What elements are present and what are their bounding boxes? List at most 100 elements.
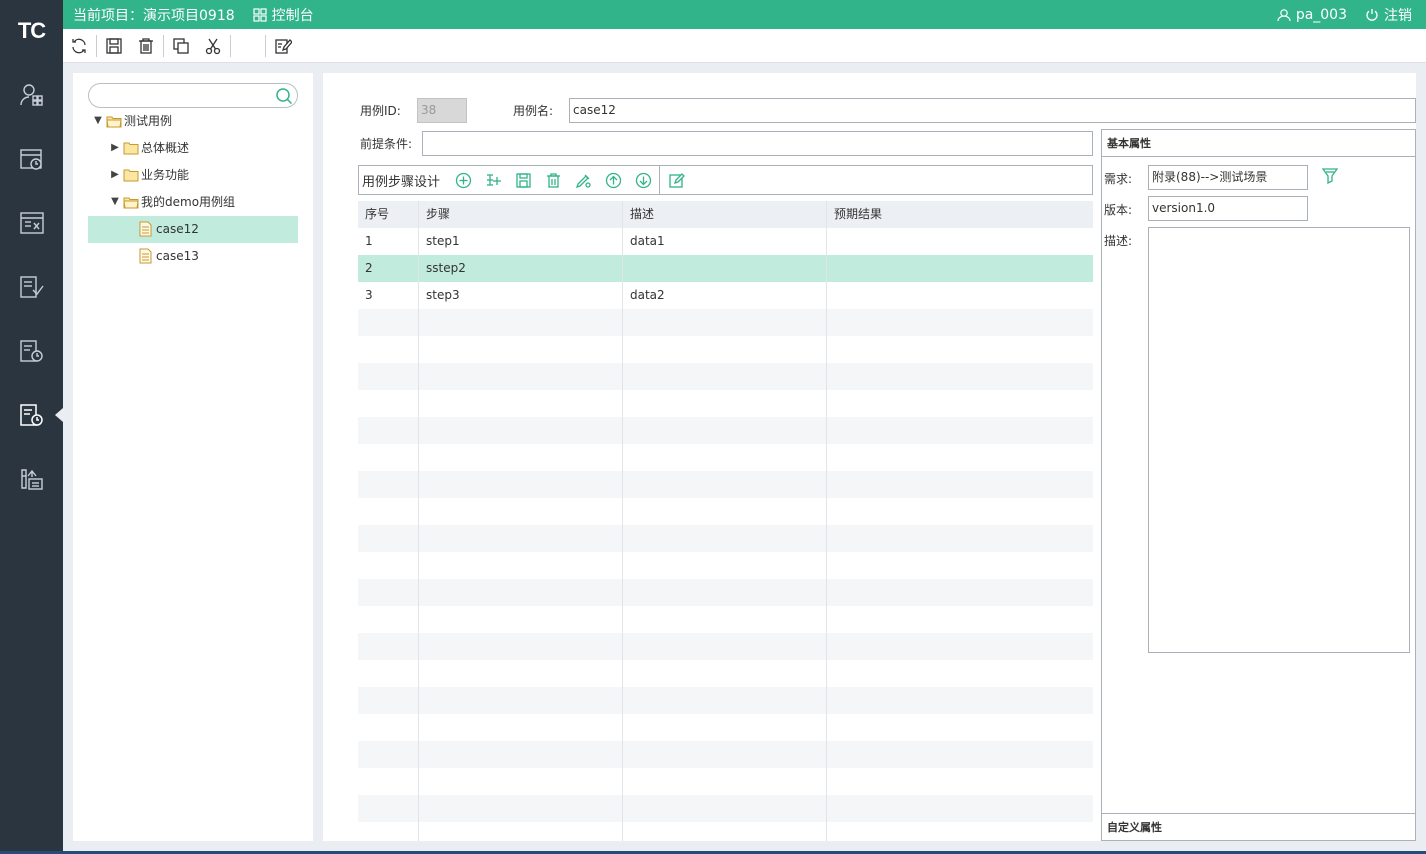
cut-button[interactable] (197, 32, 229, 60)
move-down-button[interactable] (628, 167, 658, 193)
table-row[interactable]: 1 step1 data1 (358, 228, 1093, 255)
precondition-input[interactable] (422, 131, 1093, 156)
table-cell (827, 795, 1093, 822)
table-cell[interactable]: data2 (623, 282, 827, 309)
tree-node-demo-group[interactable]: ▼ 我的demo用例组 (109, 188, 235, 215)
case-tree-panel: ▼ 测试用例 ▶ 总体概述 ▶ 业务功能 ▼ 我的demo用例组 case12 … (73, 73, 313, 841)
insert-step-button[interactable] (478, 167, 508, 193)
save-steps-button[interactable] (508, 167, 538, 193)
tree-node-case13[interactable]: case13 (139, 242, 199, 269)
table-cell[interactable]: sstep2 (419, 255, 623, 282)
table-cell (623, 471, 827, 498)
empty-table-row (358, 714, 1093, 741)
add-circle-icon (455, 172, 471, 188)
table-cell (358, 309, 419, 336)
edit-step-button[interactable] (661, 167, 691, 193)
edit-button[interactable] (267, 32, 299, 60)
table-cell (623, 444, 827, 471)
empty-table-row (358, 309, 1093, 336)
document-icon (139, 248, 152, 264)
delete-button[interactable] (130, 32, 162, 60)
logout-button[interactable]: 注销 (1365, 5, 1412, 25)
nav-case-clock-icon[interactable] (0, 387, 63, 443)
pen-link-icon (575, 174, 591, 188)
console-label: 控制台 (271, 7, 314, 24)
table-cell[interactable]: step1 (419, 228, 623, 255)
add-step-button[interactable] (448, 167, 478, 193)
column-header[interactable]: 描述 (623, 201, 827, 228)
version-field[interactable]: version1.0 (1148, 196, 1308, 221)
table-cell (358, 417, 419, 444)
table-cell[interactable] (827, 228, 1093, 255)
delete-step-button[interactable] (538, 167, 568, 193)
requirement-field[interactable]: 附录(88)-->测试场景 (1148, 165, 1308, 190)
requirement-label: 需求: (1104, 172, 1133, 186)
folder-open-icon (123, 195, 139, 209)
tree-node-label: case13 (156, 248, 199, 263)
table-cell[interactable]: 1 (358, 228, 419, 255)
save-button[interactable] (98, 32, 130, 60)
nav-history-icon[interactable] (0, 323, 63, 379)
basic-properties-header[interactable]: 基本属性 (1102, 130, 1415, 157)
table-cell (623, 552, 827, 579)
refresh-icon (72, 38, 86, 53)
table-row-selected[interactable]: 2 sstep2 (358, 255, 1093, 282)
refresh-button[interactable] (63, 32, 95, 60)
user-menu[interactable]: pa_003 (1277, 7, 1347, 23)
case-id-field: 38 (417, 98, 467, 123)
toolbar-divider (96, 34, 97, 57)
description-textarea[interactable] (1148, 227, 1410, 653)
table-cell (419, 795, 623, 822)
expand-arrow-icon[interactable]: ▶ (109, 169, 121, 180)
table-cell (358, 795, 419, 822)
column-header[interactable]: 序号 (358, 201, 419, 228)
empty-table-row (358, 795, 1093, 822)
table-cell (419, 363, 623, 390)
console-link[interactable]: 控制台 (253, 5, 314, 25)
table-cell[interactable] (623, 255, 827, 282)
copy-button[interactable] (165, 32, 197, 60)
table-cell (419, 687, 623, 714)
table-cell (419, 579, 623, 606)
table-cell (419, 336, 623, 363)
expand-arrow-icon[interactable]: ▶ (109, 142, 121, 153)
nav-report-icon[interactable] (0, 451, 63, 507)
tree-search-input[interactable] (99, 84, 279, 107)
table-row[interactable]: 3 step3 data2 (358, 282, 1093, 309)
empty-table-row (358, 363, 1093, 390)
nav-table-icon[interactable] (0, 195, 63, 251)
table-cell[interactable] (827, 282, 1093, 309)
table-cell (827, 498, 1093, 525)
filter-button[interactable] (1321, 167, 1339, 187)
search-icon[interactable] (275, 87, 293, 105)
case-name-input[interactable]: case12 (569, 98, 1416, 123)
nav-users-icon[interactable] (0, 67, 63, 123)
table-cell[interactable] (827, 255, 1093, 282)
table-cell (827, 633, 1093, 660)
nav-checklist-icon[interactable] (0, 259, 63, 315)
user-name: pa_003 (1295, 6, 1347, 23)
collapse-arrow-icon[interactable]: ▼ (92, 115, 104, 126)
column-header[interactable]: 步骤 (419, 201, 623, 228)
table-cell[interactable]: step3 (419, 282, 623, 309)
column-header[interactable]: 预期结果 (827, 201, 1093, 228)
table-cell (827, 768, 1093, 795)
table-cell[interactable]: data1 (623, 228, 827, 255)
custom-properties-header[interactable]: 自定义属性 (1102, 813, 1415, 840)
collapse-arrow-icon[interactable]: ▼ (109, 196, 121, 207)
table-cell (827, 363, 1093, 390)
tree-node-business[interactable]: ▶ 业务功能 (109, 161, 189, 188)
main-toolbar (63, 29, 1426, 63)
table-cell[interactable]: 3 (358, 282, 419, 309)
table-cell (827, 741, 1093, 768)
nav-schedule-icon[interactable] (0, 131, 63, 187)
tree-node-overview[interactable]: ▶ 总体概述 (109, 134, 189, 161)
move-up-button[interactable] (598, 167, 628, 193)
table-cell[interactable]: 2 (358, 255, 419, 282)
tree-node-root[interactable]: ▼ 测试用例 (92, 107, 172, 134)
link-step-button[interactable] (568, 167, 598, 193)
document-icon (139, 221, 152, 237)
tree-node-case12[interactable]: case12 (139, 215, 199, 242)
toolbar-divider (659, 165, 661, 195)
delete-icon (139, 37, 153, 54)
